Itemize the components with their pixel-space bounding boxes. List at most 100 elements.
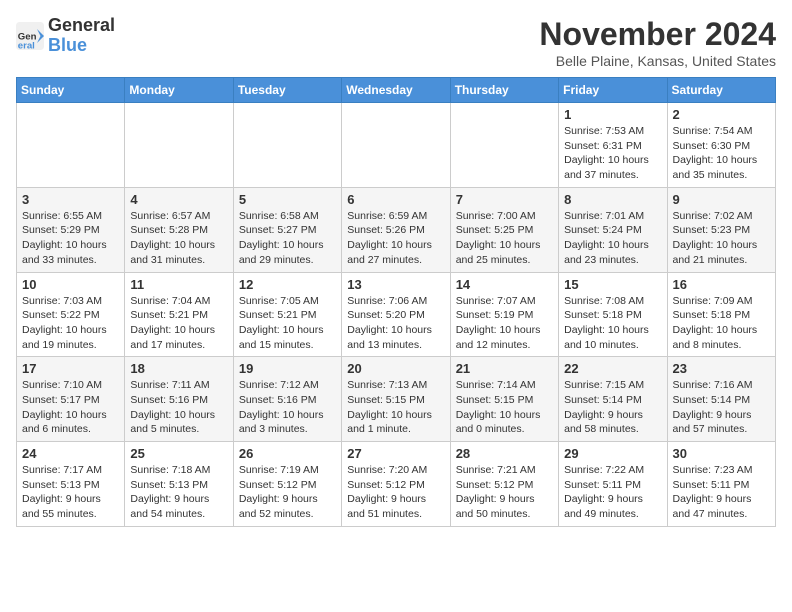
calendar-cell: 4Sunrise: 6:57 AM Sunset: 5:28 PM Daylig… bbox=[125, 187, 233, 272]
day-info: Sunrise: 7:53 AM Sunset: 6:31 PM Dayligh… bbox=[564, 124, 661, 183]
day-number: 14 bbox=[456, 277, 553, 292]
calendar-cell: 8 Sunrise: 7:01 AM Sunset: 5:24 PM Daylig… bbox=[559, 187, 667, 272]
day-info: Sunrise: 7:21 AM Sunset: 5:12 PM Dayligh… bbox=[456, 463, 553, 522]
page-header: Gen eral General Blue November 2024 Bell… bbox=[16, 16, 776, 69]
location: Belle Plaine, Kansas, United States bbox=[539, 53, 776, 69]
day-info: Sunrise: 7:00 AM Sunset: 5:25 PM Dayligh… bbox=[456, 209, 553, 268]
month-title: November 2024 bbox=[539, 16, 776, 53]
calendar-cell: 20 Sunrise: 7:13 AM Sunset: 5:15 PM Dayli… bbox=[342, 357, 450, 442]
week-row-2: 3Sunrise: 6:55 AM Sunset: 5:29 PM Daylig… bbox=[17, 187, 776, 272]
day-info: Sunrise: 7:06 AM Sunset: 5:20 PM Dayligh… bbox=[347, 294, 444, 353]
day-info: Sunrise: 7:14 AM Sunset: 5:15 PM Dayligh… bbox=[456, 378, 553, 437]
week-row-1: 1 Sunrise: 7:53 AM Sunset: 6:31 PM Daylig… bbox=[17, 103, 776, 188]
logo-icon: Gen eral bbox=[16, 22, 44, 50]
day-info: Sunrise: 7:11 AM Sunset: 5:16 PM Dayligh… bbox=[130, 378, 227, 437]
day-number: 13 bbox=[347, 277, 444, 292]
day-info: Sunrise: 7:10 AM Sunset: 5:17 PM Dayligh… bbox=[22, 378, 119, 437]
day-number: 16 bbox=[673, 277, 770, 292]
day-info: Sunrise: 6:58 AM Sunset: 5:27 PM Dayligh… bbox=[239, 209, 336, 268]
calendar-cell: 29 Sunrise: 7:22 AM Sunset: 5:11 PM Dayli… bbox=[559, 442, 667, 527]
day-number: 21 bbox=[456, 361, 553, 376]
calendar-cell: 7 Sunrise: 7:00 AM Sunset: 5:25 PM Daylig… bbox=[450, 187, 558, 272]
calendar-cell bbox=[342, 103, 450, 188]
week-row-4: 17 Sunrise: 7:10 AM Sunset: 5:17 PM Dayli… bbox=[17, 357, 776, 442]
calendar-cell: 14 Sunrise: 7:07 AM Sunset: 5:19 PM Dayli… bbox=[450, 272, 558, 357]
day-info: Sunrise: 7:04 AM Sunset: 5:21 PM Dayligh… bbox=[130, 294, 227, 353]
day-info: Sunrise: 7:13 AM Sunset: 5:15 PM Dayligh… bbox=[347, 378, 444, 437]
day-number: 8 bbox=[564, 192, 661, 207]
week-row-3: 10 Sunrise: 7:03 AM Sunset: 5:22 PM Dayli… bbox=[17, 272, 776, 357]
calendar-cell: 30 Sunrise: 7:23 AM Sunset: 5:11 PM Dayli… bbox=[667, 442, 775, 527]
calendar-cell: 28Sunrise: 7:21 AM Sunset: 5:12 PM Dayli… bbox=[450, 442, 558, 527]
day-number: 9 bbox=[673, 192, 770, 207]
day-number: 18 bbox=[130, 361, 227, 376]
day-info: Sunrise: 7:16 AM Sunset: 5:14 PM Dayligh… bbox=[673, 378, 770, 437]
calendar-cell: 15 Sunrise: 7:08 AM Sunset: 5:18 PM Dayli… bbox=[559, 272, 667, 357]
day-number: 1 bbox=[564, 107, 661, 122]
day-info: Sunrise: 6:59 AM Sunset: 5:26 PM Dayligh… bbox=[347, 209, 444, 268]
calendar-cell: 19Sunrise: 7:12 AM Sunset: 5:16 PM Dayli… bbox=[233, 357, 341, 442]
day-info: Sunrise: 7:08 AM Sunset: 5:18 PM Dayligh… bbox=[564, 294, 661, 353]
day-info: Sunrise: 6:57 AM Sunset: 5:28 PM Dayligh… bbox=[130, 209, 227, 268]
week-row-5: 24Sunrise: 7:17 AM Sunset: 5:13 PM Dayli… bbox=[17, 442, 776, 527]
day-info: Sunrise: 7:20 AM Sunset: 5:12 PM Dayligh… bbox=[347, 463, 444, 522]
day-number: 5 bbox=[239, 192, 336, 207]
calendar-cell: 23 Sunrise: 7:16 AM Sunset: 5:14 PM Dayli… bbox=[667, 357, 775, 442]
calendar-cell: 25 Sunrise: 7:18 AM Sunset: 5:13 PM Dayli… bbox=[125, 442, 233, 527]
calendar-cell: 27 Sunrise: 7:20 AM Sunset: 5:12 PM Dayli… bbox=[342, 442, 450, 527]
weekday-header-friday: Friday bbox=[559, 78, 667, 103]
weekday-header-row: SundayMondayTuesdayWednesdayThursdayFrid… bbox=[17, 78, 776, 103]
svg-text:eral: eral bbox=[18, 40, 35, 50]
calendar-cell: 6 Sunrise: 6:59 AM Sunset: 5:26 PM Daylig… bbox=[342, 187, 450, 272]
calendar-cell bbox=[17, 103, 125, 188]
day-info: Sunrise: 7:03 AM Sunset: 5:22 PM Dayligh… bbox=[22, 294, 119, 353]
day-info: Sunrise: 7:01 AM Sunset: 5:24 PM Dayligh… bbox=[564, 209, 661, 268]
day-number: 10 bbox=[22, 277, 119, 292]
calendar-cell: 9 Sunrise: 7:02 AM Sunset: 5:23 PM Daylig… bbox=[667, 187, 775, 272]
calendar-cell: 22Sunrise: 7:15 AM Sunset: 5:14 PM Dayli… bbox=[559, 357, 667, 442]
day-number: 17 bbox=[22, 361, 119, 376]
day-number: 6 bbox=[347, 192, 444, 207]
day-info: Sunrise: 7:09 AM Sunset: 5:18 PM Dayligh… bbox=[673, 294, 770, 353]
calendar-cell: 12Sunrise: 7:05 AM Sunset: 5:21 PM Dayli… bbox=[233, 272, 341, 357]
weekday-header-tuesday: Tuesday bbox=[233, 78, 341, 103]
calendar-cell: 11 Sunrise: 7:04 AM Sunset: 5:21 PM Dayli… bbox=[125, 272, 233, 357]
day-number: 23 bbox=[673, 361, 770, 376]
calendar-cell bbox=[125, 103, 233, 188]
day-info: Sunrise: 7:07 AM Sunset: 5:19 PM Dayligh… bbox=[456, 294, 553, 353]
calendar-cell: 10 Sunrise: 7:03 AM Sunset: 5:22 PM Dayli… bbox=[17, 272, 125, 357]
day-info: Sunrise: 7:02 AM Sunset: 5:23 PM Dayligh… bbox=[673, 209, 770, 268]
day-info: Sunrise: 7:12 AM Sunset: 5:16 PM Dayligh… bbox=[239, 378, 336, 437]
calendar-cell: 26 Sunrise: 7:19 AM Sunset: 5:12 PM Dayli… bbox=[233, 442, 341, 527]
day-number: 15 bbox=[564, 277, 661, 292]
day-number: 29 bbox=[564, 446, 661, 461]
day-info: Sunrise: 7:22 AM Sunset: 5:11 PM Dayligh… bbox=[564, 463, 661, 522]
day-number: 2 bbox=[673, 107, 770, 122]
day-info: Sunrise: 7:18 AM Sunset: 5:13 PM Dayligh… bbox=[130, 463, 227, 522]
calendar-cell bbox=[450, 103, 558, 188]
calendar-cell: 1 Sunrise: 7:53 AM Sunset: 6:31 PM Daylig… bbox=[559, 103, 667, 188]
day-info: Sunrise: 7:15 AM Sunset: 5:14 PM Dayligh… bbox=[564, 378, 661, 437]
day-number: 3 bbox=[22, 192, 119, 207]
calendar-cell: 21 Sunrise: 7:14 AM Sunset: 5:15 PM Dayli… bbox=[450, 357, 558, 442]
day-number: 7 bbox=[456, 192, 553, 207]
day-number: 11 bbox=[130, 277, 227, 292]
calendar-cell: 17 Sunrise: 7:10 AM Sunset: 5:17 PM Dayli… bbox=[17, 357, 125, 442]
day-info: Sunrise: 7:17 AM Sunset: 5:13 PM Dayligh… bbox=[22, 463, 119, 522]
weekday-header-saturday: Saturday bbox=[667, 78, 775, 103]
day-number: 12 bbox=[239, 277, 336, 292]
day-number: 20 bbox=[347, 361, 444, 376]
day-number: 27 bbox=[347, 446, 444, 461]
logo: Gen eral General Blue bbox=[16, 16, 115, 56]
weekday-header-thursday: Thursday bbox=[450, 78, 558, 103]
day-number: 26 bbox=[239, 446, 336, 461]
day-number: 25 bbox=[130, 446, 227, 461]
day-info: Sunrise: 7:19 AM Sunset: 5:12 PM Dayligh… bbox=[239, 463, 336, 522]
weekday-header-wednesday: Wednesday bbox=[342, 78, 450, 103]
day-info: Sunrise: 7:23 AM Sunset: 5:11 PM Dayligh… bbox=[673, 463, 770, 522]
calendar-cell: 3Sunrise: 6:55 AM Sunset: 5:29 PM Daylig… bbox=[17, 187, 125, 272]
calendar-cell: 5 Sunrise: 6:58 AM Sunset: 5:27 PM Daylig… bbox=[233, 187, 341, 272]
title-block: November 2024 Belle Plaine, Kansas, Unit… bbox=[539, 16, 776, 69]
day-number: 30 bbox=[673, 446, 770, 461]
weekday-header-sunday: Sunday bbox=[17, 78, 125, 103]
